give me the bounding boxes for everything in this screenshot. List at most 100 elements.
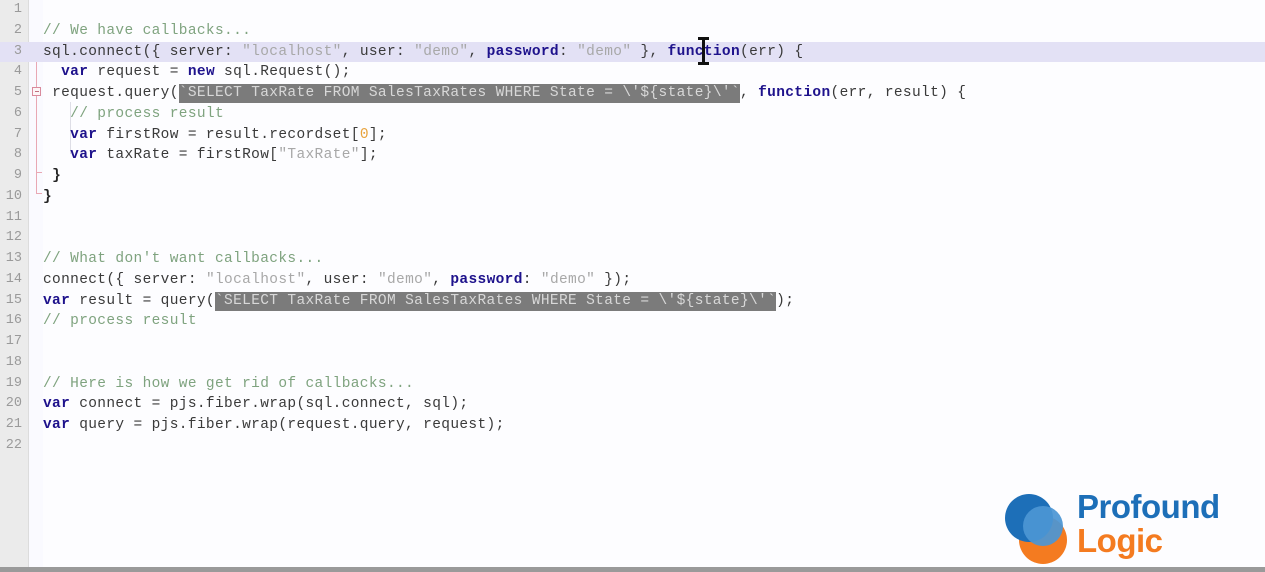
line-number: 6 — [13, 105, 22, 121]
code-line[interactable]: 14 connect({ server: "localhost", user: … — [0, 270, 1265, 291]
code-line[interactable]: 2 // We have callbacks... — [0, 21, 1265, 42]
code-line[interactable]: 1 — [0, 0, 1265, 21]
brace-token: } — [52, 168, 62, 184]
code-line[interactable]: 6 // process result — [0, 104, 1265, 125]
keyword-token: password — [486, 43, 559, 60]
code-line[interactable]: 9 } — [0, 166, 1265, 187]
code-editor-window: 1 2 // We have callbacks... 3 sql.connec… — [0, 0, 1265, 572]
code-token: (err) { — [740, 43, 804, 60]
line-number: 15 — [5, 292, 22, 308]
line-content: var connect = pjs.fiber.wrap(sql.connect… — [43, 394, 468, 415]
code-token: , — [432, 271, 451, 288]
line-number: 13 — [5, 251, 22, 266]
comment-token: // What don't want callbacks... — [43, 251, 324, 267]
code-line[interactable]: 15 var result = query(`SELECT TaxRate FR… — [0, 291, 1265, 312]
ibeam-stem — [702, 40, 705, 62]
code-line[interactable]: 18 — [0, 353, 1265, 374]
line-content: // What don't want callbacks... — [43, 249, 324, 270]
logo-word-logic: Logic — [1077, 522, 1163, 559]
line-number: 1 — [13, 2, 22, 17]
keyword-token: password — [450, 271, 523, 288]
comment-token: // process result — [70, 105, 225, 122]
line-number: 11 — [5, 209, 22, 225]
line-number: 7 — [13, 126, 22, 142]
text-cursor-ibeam — [698, 37, 709, 65]
code-token: ]; — [368, 126, 387, 143]
code-token: }); — [595, 271, 632, 288]
line-content: } — [43, 166, 61, 187]
code-line-current[interactable]: 3 sql.connect({ server: "localhost", use… — [0, 41, 1265, 63]
keyword-token: var — [43, 292, 71, 309]
line-content: // We have callbacks... — [43, 21, 251, 42]
code-line[interactable]: 16 // process result — [0, 311, 1265, 332]
keyword-token: function — [758, 85, 831, 101]
line-content: var query = pjs.fiber.wrap(request.query… — [43, 415, 505, 436]
string-token: "demo" — [414, 43, 469, 60]
code-line[interactable]: 4 var request = new sql.Request(); — [0, 62, 1265, 83]
code-token: , — [739, 85, 759, 101]
string-token: "TaxRate" — [278, 147, 360, 164]
string-token: "localhost" — [242, 43, 342, 60]
code-token: : — [558, 43, 578, 60]
line-content: var request = new sql.Request(); — [43, 62, 351, 83]
code-content[interactable]: 1 2 // We have callbacks... 3 sql.connec… — [0, 0, 1265, 567]
code-line[interactable]: 13 // What don't want callbacks... — [0, 249, 1265, 270]
code-token: request = — [88, 64, 188, 81]
line-content: var firstRow = result.recordset[0]; — [43, 125, 387, 146]
keyword-token: var — [70, 126, 98, 143]
code-token: firstRow = result.recordset[ — [97, 126, 360, 143]
line-number: 14 — [5, 271, 22, 287]
code-line[interactable]: 17 — [0, 332, 1265, 353]
code-line[interactable]: 22 — [0, 436, 1265, 457]
line-number: 21 — [5, 417, 22, 432]
profound-logic-logo: Profound Logic — [1005, 490, 1220, 566]
line-number: 16 — [5, 313, 22, 329]
code-line[interactable]: 5 request.query(`SELECT TaxRate FROM Sal… — [0, 83, 1265, 104]
string-token: "demo" — [377, 271, 433, 288]
code-token: connect({ server: — [43, 271, 206, 288]
code-token: , user: — [305, 271, 378, 288]
keyword-token: var — [61, 64, 89, 81]
keyword-token: var — [43, 396, 71, 413]
line-content: request.query(`SELECT TaxRate FROM Sales… — [43, 83, 966, 104]
code-token: , user: — [341, 43, 415, 60]
line-number: 9 — [13, 168, 22, 183]
ibeam-cap-bottom — [698, 62, 709, 65]
code-token: request.query( — [52, 85, 179, 101]
code-line[interactable]: 8 var taxRate = firstRow["TaxRate"]; — [0, 145, 1265, 166]
code-line[interactable]: 21 var query = pjs.fiber.wrap(request.qu… — [0, 415, 1265, 436]
line-content: var taxRate = firstRow["TaxRate"]; — [43, 145, 378, 166]
string-token: "demo" — [540, 271, 596, 288]
line-content: var result = query(`SELECT TaxRate FROM … — [43, 291, 794, 312]
string-token: "localhost" — [205, 271, 306, 288]
keyword-token: var — [43, 417, 71, 433]
line-number: 10 — [5, 188, 22, 204]
line-number: 8 — [13, 147, 22, 163]
sql-string-highlight: `SELECT TaxRate FROM SalesTaxRates WHERE… — [214, 291, 777, 311]
code-line[interactable]: 11 — [0, 208, 1265, 229]
code-token: : — [522, 271, 541, 288]
comment-token: // Here is how we get rid of callbacks..… — [43, 375, 415, 392]
code-token: ]; — [359, 147, 378, 164]
comment-token: // process result — [43, 313, 197, 330]
logo-word-profound: Profound — [1077, 488, 1220, 525]
logo-wordmark: Profound Logic — [1077, 490, 1220, 558]
code-line[interactable]: 20 var connect = pjs.fiber.wrap(sql.conn… — [0, 394, 1265, 415]
line-number: 4 — [13, 64, 22, 80]
code-line[interactable]: 12 — [0, 228, 1265, 249]
code-token: connect = pjs.fiber.wrap(sql.connect, sq… — [70, 396, 469, 413]
line-number: 18 — [5, 354, 22, 370]
line-number: 20 — [5, 396, 22, 412]
line-content: // Here is how we get rid of callbacks..… — [43, 374, 414, 395]
logo-light-blue-circle — [1023, 506, 1063, 546]
line-content: } — [43, 187, 52, 208]
line-number: 22 — [5, 437, 22, 453]
code-line[interactable]: 7 var firstRow = result.recordset[0]; — [0, 125, 1265, 146]
line-number: 2 — [13, 22, 22, 38]
line-content: // process result — [43, 104, 224, 125]
code-line[interactable]: 19 // Here is how we get rid of callback… — [0, 374, 1265, 395]
code-line[interactable]: 10 } — [0, 187, 1265, 208]
line-number: 12 — [5, 230, 22, 246]
code-token: }, — [631, 43, 668, 60]
line-number: 5 — [13, 85, 22, 100]
